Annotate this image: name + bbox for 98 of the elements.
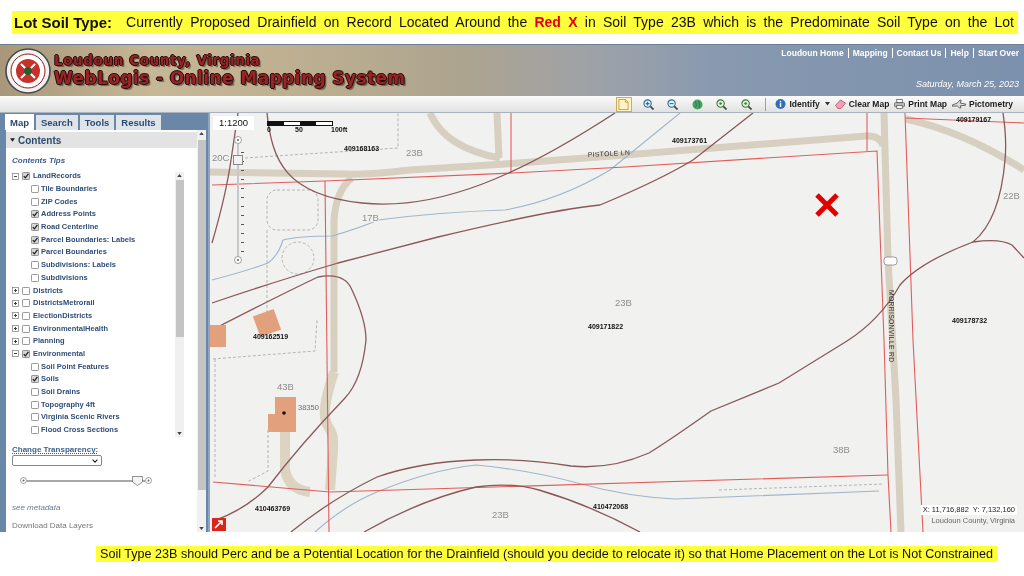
printer-icon — [894, 99, 906, 109]
tab[interactable]: Results — [116, 115, 161, 130]
info-icon — [775, 99, 787, 109]
download-link[interactable]: Download Data Layers — [12, 520, 93, 531]
building — [268, 397, 296, 432]
scale-ratio: 1:1200 — [213, 116, 255, 130]
soil-type-label: 23B — [492, 509, 509, 520]
banner-text: Currently Proposed Drainfield on Record Located Around the Red X in Soil Type 23B which is the Predominate Soil Type on the Lot — [126, 14, 1014, 30]
layer-checkbox[interactable] — [22, 349, 30, 358]
soil-type-label: 38B — [833, 444, 850, 455]
chevron-down-icon — [92, 458, 98, 463]
county-name: Loudoun County, Virginia — [54, 52, 262, 68]
tab[interactable]: Search — [36, 115, 78, 130]
zoom-in-icon — [642, 98, 654, 110]
layer-checkbox[interactable] — [22, 299, 30, 308]
down-arrow-icon[interactable] — [199, 527, 204, 530]
banner-label: Lot Soil Type: — [14, 13, 113, 31]
transparency-label: Change Transparency: — [12, 444, 99, 455]
layer-checkbox[interactable] — [31, 413, 39, 422]
soil-type-label: 23B — [615, 297, 632, 308]
up-arrow-icon[interactable] — [177, 174, 182, 177]
layer-checkbox[interactable] — [22, 324, 30, 333]
soil-type-label: 20C — [212, 152, 230, 163]
lot-outline — [246, 429, 269, 483]
collapse-icon[interactable] — [12, 350, 19, 358]
metadata-link[interactable]: see metadata — [12, 502, 61, 513]
layer-checkbox[interactable] — [31, 223, 39, 232]
slider-thumb[interactable] — [132, 475, 144, 486]
magnifier-icon — [740, 98, 752, 110]
soil-type-label: 17B — [362, 212, 379, 223]
circle-dot-icon[interactable] — [234, 256, 242, 264]
tab[interactable]: Tools — [79, 115, 115, 130]
transparency-dropdown[interactable] — [12, 455, 102, 466]
globe-icon — [691, 98, 703, 110]
print-map-button[interactable]: Print Map — [893, 99, 949, 109]
layer-checkbox[interactable] — [31, 261, 39, 270]
down-arrow-icon[interactable] — [177, 432, 182, 435]
layer-checkbox[interactable] — [31, 248, 39, 257]
expand-icon[interactable] — [12, 337, 19, 345]
pictometry-button[interactable]: Pictometry — [951, 99, 1014, 109]
address-point-icon — [282, 411, 286, 415]
layer-checkbox[interactable] — [31, 273, 39, 282]
soil-type-label: 23B — [406, 147, 423, 158]
scrollbar-thumb[interactable] — [175, 180, 184, 337]
map-tool-button[interactable] — [738, 96, 755, 112]
layer-checkbox[interactable] — [31, 197, 39, 206]
expand-icon[interactable] — [12, 325, 19, 333]
layer-checkbox[interactable] — [22, 311, 30, 320]
caret-icon — [10, 138, 15, 142]
soil-type-label: 43B — [277, 381, 294, 392]
map-tool-button[interactable] — [664, 96, 681, 112]
layer-checkbox[interactable] — [31, 210, 39, 219]
tab[interactable]: Map — [5, 114, 34, 130]
layer-checkbox[interactable] — [31, 185, 39, 194]
circle-dot-icon[interactable] — [145, 477, 152, 484]
route-shield-icon — [883, 256, 898, 266]
collapse-icon[interactable] — [12, 172, 19, 180]
expand-icon[interactable] — [12, 287, 19, 295]
seal-icon — [5, 47, 51, 94]
expand-icon[interactable] — [12, 312, 19, 320]
layer-checkbox[interactable] — [22, 286, 30, 295]
layer-checkbox[interactable] — [31, 362, 39, 371]
layer-checkbox[interactable] — [22, 172, 30, 181]
zoom-slider-handle[interactable] — [233, 155, 243, 166]
magnifier-icon — [716, 98, 728, 110]
plane-icon — [952, 99, 967, 109]
layer-checkbox[interactable] — [31, 375, 39, 384]
soil-type-label: 22B — [1003, 190, 1020, 201]
identify-button[interactable]: Identify — [774, 99, 831, 109]
circle-dot-icon[interactable] — [20, 477, 27, 484]
caption-text: Soil Type 23B should Perc and be a Potential Location for the Drainfield (should you decide to relocate it) so that Home Placement on the Lot is Not Constrained — [96, 546, 998, 562]
lot-outline — [281, 241, 315, 275]
app-title: WebLogis - Online Mapping System — [54, 68, 406, 89]
scale-bar — [267, 121, 333, 126]
scrollbar[interactable] — [175, 172, 184, 437]
layer-checkbox[interactable] — [31, 235, 39, 244]
map-tool-button[interactable] — [640, 96, 657, 112]
layer-checkbox[interactable] — [22, 337, 30, 346]
map-tool-button[interactable] — [713, 96, 730, 112]
layer-checkbox[interactable] — [31, 388, 39, 397]
clear-map-button[interactable]: Clear Map — [833, 99, 891, 109]
expand-icon[interactable] — [12, 299, 19, 307]
map-tool-button[interactable] — [689, 96, 706, 112]
circle-dot-icon[interactable] — [234, 136, 242, 144]
date-text: Saturday, March 25, 2023 — [916, 79, 1019, 89]
contents-tips-link[interactable]: Contents Tips — [12, 155, 66, 167]
zoom-out-icon — [667, 98, 679, 110]
x-marker-icon — [814, 192, 840, 218]
layer-checkbox[interactable] — [31, 426, 39, 435]
driveway — [280, 432, 311, 497]
layer-checkbox[interactable] — [31, 400, 39, 409]
up-arrow-icon[interactable] — [199, 132, 204, 135]
contents-header[interactable]: Contents — [6, 132, 197, 148]
building — [210, 325, 226, 347]
page-icon — [618, 98, 630, 110]
caret-icon — [824, 102, 830, 106]
arrow-icon[interactable] — [212, 518, 226, 531]
eraser-icon — [834, 99, 846, 109]
